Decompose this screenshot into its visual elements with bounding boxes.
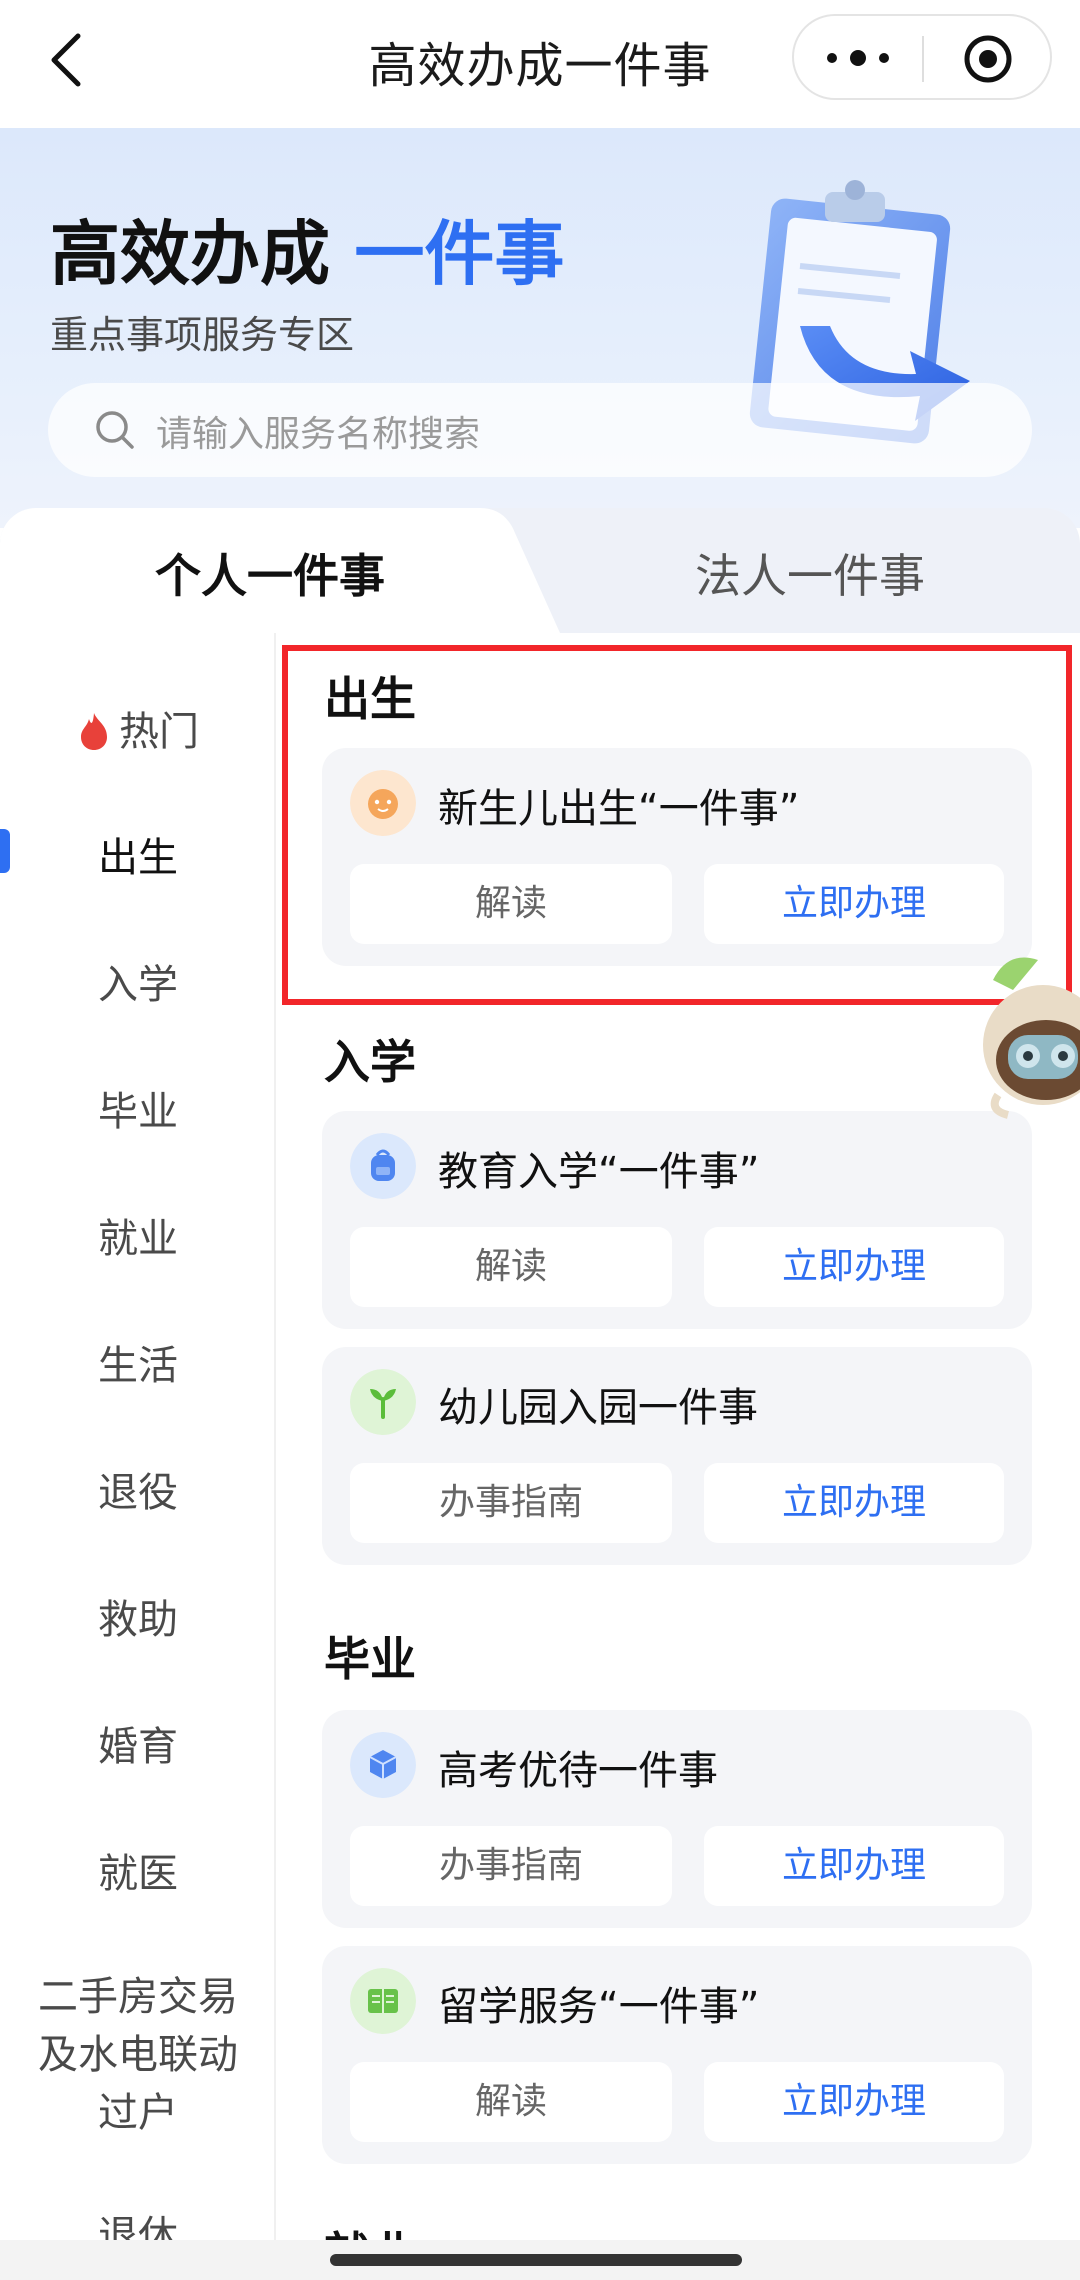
apply-now-button[interactable]: 立即办理 (704, 1826, 1004, 1906)
sidebar-item-employment[interactable]: 就业 (0, 1206, 276, 1264)
service-card[interactable]: 留学服务“一件事” 解读 立即办理 (322, 1946, 1032, 2164)
sprout-icon (350, 1369, 416, 1435)
search-bar[interactable]: 请输入服务名称搜索 (48, 383, 1032, 477)
book-icon (350, 1968, 416, 2034)
apply-now-button[interactable]: 立即办理 (704, 1463, 1004, 1543)
banner-title: 高效办成 一件事 (50, 213, 565, 295)
banner-subtitle: 重点事项服务专区 (50, 313, 355, 357)
sidebar-item-veteran[interactable]: 退役 (0, 1460, 276, 1518)
sidebar-item-graduation[interactable]: 毕业 (0, 1079, 276, 1137)
more-dots-icon[interactable] (822, 38, 894, 78)
tab-personal[interactable]: 个人一件事 (155, 540, 385, 606)
apply-now-button[interactable]: 立即办理 (704, 1227, 1004, 1307)
schoolbag-icon (350, 1133, 416, 1199)
section-title-school: 入学 (324, 1035, 416, 1089)
sidebar-item-hot[interactable]: 热门 (0, 699, 276, 757)
mini-program-capsule (792, 14, 1052, 100)
hero-banner: 高效办成 一件事 重点事项服务专区 请输入服务名称搜索 (0, 128, 1080, 528)
nav-bar: 高效办成一件事 (0, 0, 1080, 128)
service-title: 幼儿园入园一件事 (438, 1385, 758, 1431)
sidebar-item-medical[interactable]: 就医 (0, 1841, 276, 1899)
tab-legal-entity[interactable]: 法人一件事 (695, 540, 925, 606)
sidebar-item-birth[interactable]: 出生 (0, 825, 276, 883)
mascot-assistant-icon[interactable] (968, 950, 1080, 1130)
search-placeholder: 请输入服务名称搜索 (156, 414, 481, 455)
category-sidebar: 热门 出生 入学 毕业 就业 生活 退役 救助 婚育 就医 二手房交易 及水电联… (0, 633, 276, 2259)
service-title: 教育入学“一件事” (438, 1149, 760, 1195)
service-title: 留学服务“一件事” (438, 1984, 760, 2030)
service-card[interactable]: 幼儿园入园一件事 办事指南 立即办理 (322, 1347, 1032, 1565)
sidebar-item-marriage[interactable]: 婚育 (0, 1714, 276, 1772)
sidebar-item-school[interactable]: 入学 (0, 952, 276, 1010)
service-card[interactable]: 高考优待一件事 办事指南 立即办理 (322, 1710, 1032, 1928)
interpretation-button[interactable]: 解读 (350, 2062, 672, 2142)
guide-button[interactable]: 办事指南 (350, 1463, 672, 1543)
sidebar-item-life[interactable]: 生活 (0, 1333, 276, 1391)
tab-bar: 个人一件事 法人一件事 (0, 508, 1080, 633)
section-title-graduation: 毕业 (324, 1632, 416, 1686)
highlight-annotation-box (282, 645, 1072, 1005)
capsule-divider (922, 36, 924, 82)
sidebar-item-label: 热门 (119, 709, 199, 755)
system-gesture-bar (0, 2240, 1080, 2280)
guide-button[interactable]: 办事指南 (350, 1826, 672, 1906)
close-target-icon[interactable] (962, 33, 1014, 85)
search-icon (96, 411, 134, 449)
home-indicator[interactable] (330, 2254, 742, 2266)
sidebar-item-assistance[interactable]: 救助 (0, 1587, 276, 1645)
service-card[interactable]: 教育入学“一件事” 解读 立即办理 (322, 1111, 1032, 1329)
interpretation-button[interactable]: 解读 (350, 1227, 672, 1307)
apply-now-button[interactable]: 立即办理 (704, 2062, 1004, 2142)
sidebar-item-house-transfer[interactable]: 二手房交易 及水电联动 过户 (0, 1968, 276, 2142)
service-title: 高考优待一件事 (438, 1748, 718, 1794)
cube-icon (350, 1732, 416, 1798)
flame-icon (81, 713, 107, 750)
banner-title-highlight: 一件事 (354, 213, 565, 295)
